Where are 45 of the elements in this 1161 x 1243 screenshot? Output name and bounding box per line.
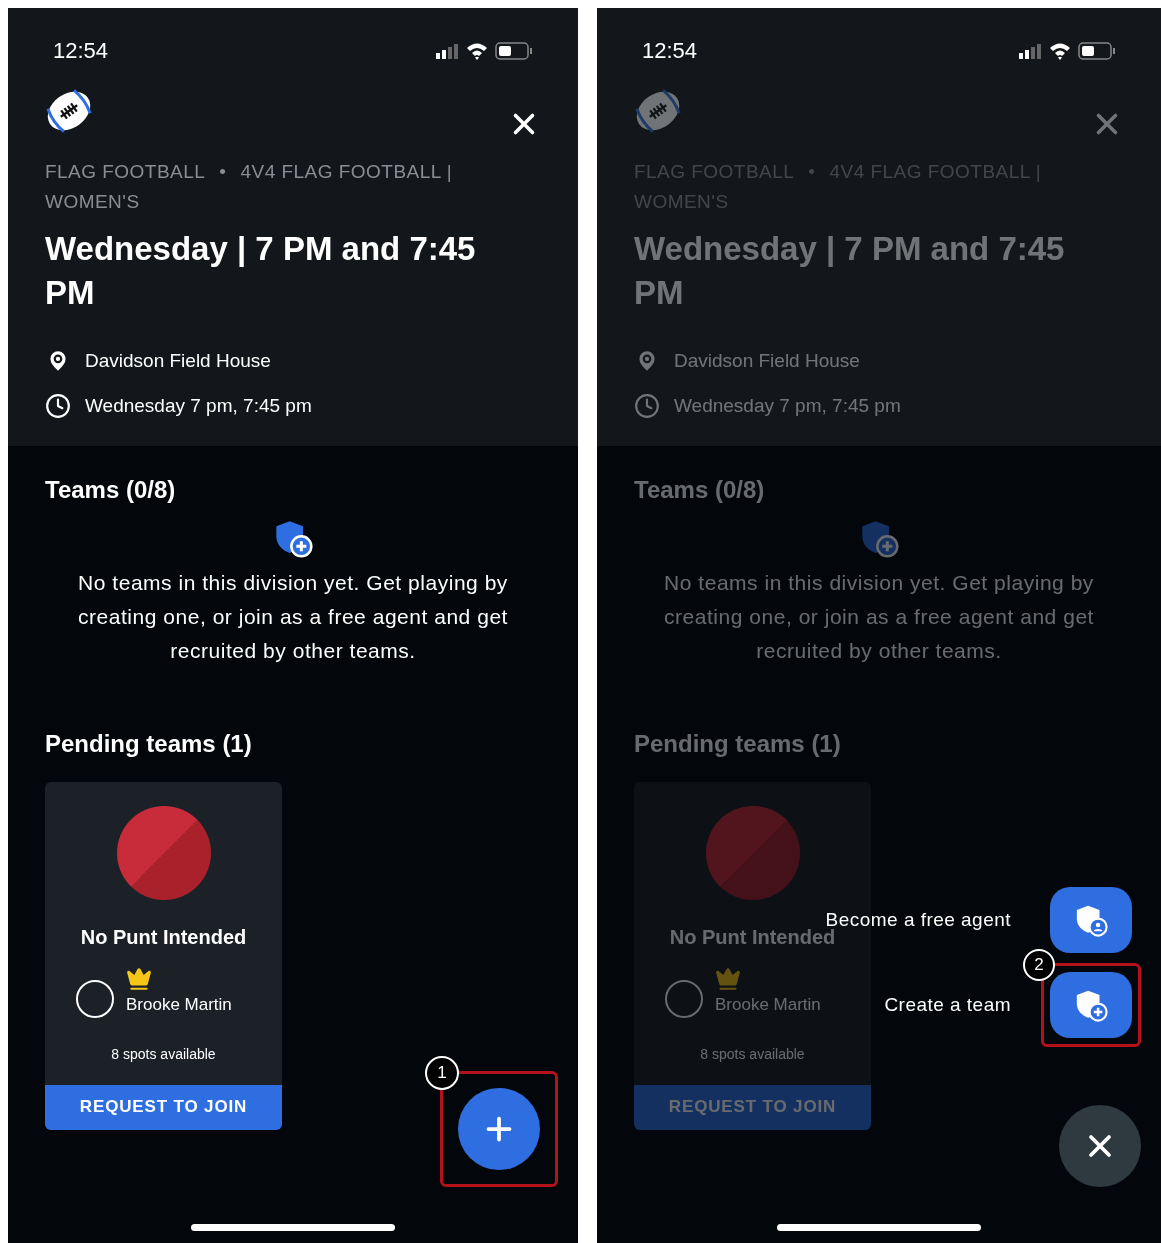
- empty-message: No teams in this division yet. Get playing by creating one, or join as a free agent and get recruited by other teams.: [77, 570, 509, 664]
- football-logo-icon: [634, 87, 682, 135]
- captain-avatar: [76, 979, 114, 1018]
- location-text: Davidson Field House: [674, 349, 860, 373]
- clock-icon: [45, 392, 71, 419]
- division-title: Wednesday | 7 PM and 7:45 PM: [634, 229, 1066, 313]
- football-logo-icon: [45, 87, 93, 135]
- status-time: 12:54: [53, 37, 109, 65]
- menu-action-button[interactable]: [1050, 972, 1132, 1038]
- signal-icon: [1018, 42, 1042, 59]
- shield-plus-icon: [859, 518, 899, 558]
- spots-text: 8 spots available: [111, 1044, 216, 1064]
- step-number-badge: 1: [425, 1056, 459, 1090]
- wifi-icon: [465, 41, 489, 60]
- pending-heading: Pending teams (1): [45, 729, 253, 759]
- shield-person-icon: [1074, 903, 1108, 937]
- step-number-badge: 2: [1023, 949, 1055, 981]
- team-name: No Punt Intended: [80, 925, 247, 950]
- clock-icon: [634, 392, 660, 419]
- signal-icon: [435, 42, 459, 59]
- battery-icon: [495, 41, 533, 60]
- crown-icon: [715, 966, 741, 992]
- location-text: Davidson Field House: [85, 349, 271, 373]
- status-time: 12:54: [642, 37, 698, 65]
- captain-name: Brooke Martin: [715, 994, 821, 1016]
- schedule-text: Wednesday 7 pm, 7:45 pm: [674, 393, 901, 418]
- spots-text: 8 spots available: [700, 1044, 805, 1064]
- menu-action-button[interactable]: [1050, 887, 1132, 953]
- menu-label: Create a team: [884, 992, 1011, 1017]
- crown-icon: [126, 966, 152, 992]
- empty-message: No teams in this division yet. Get playing by creating one, or join as a free agent and get recruited by other teams.: [663, 570, 1095, 664]
- wifi-icon: [1048, 41, 1072, 60]
- division-title: Wednesday | 7 PM and 7:45 PM: [45, 229, 477, 313]
- request-join-button[interactable]: REQUEST TO JOIN: [634, 1084, 871, 1130]
- category-text: FLAG FOOTBALL • 4V4 FLAG FOOTBALL | WOMEN'S: [45, 160, 454, 214]
- battery-icon: [1078, 41, 1116, 60]
- schedule-text: Wednesday 7 pm, 7:45 pm: [85, 393, 312, 418]
- teams-heading: Teams (0/8): [45, 475, 177, 505]
- teams-heading: Teams (0/8): [634, 475, 766, 505]
- shield-plus-icon: [273, 518, 313, 558]
- request-join-button[interactable]: REQUEST TO JOIN: [45, 1084, 282, 1130]
- captain-name: Brooke Martin: [126, 994, 232, 1016]
- captain-avatar: [665, 979, 703, 1018]
- shield-plus-icon: [1074, 988, 1108, 1022]
- pending-heading: Pending teams (1): [634, 729, 842, 759]
